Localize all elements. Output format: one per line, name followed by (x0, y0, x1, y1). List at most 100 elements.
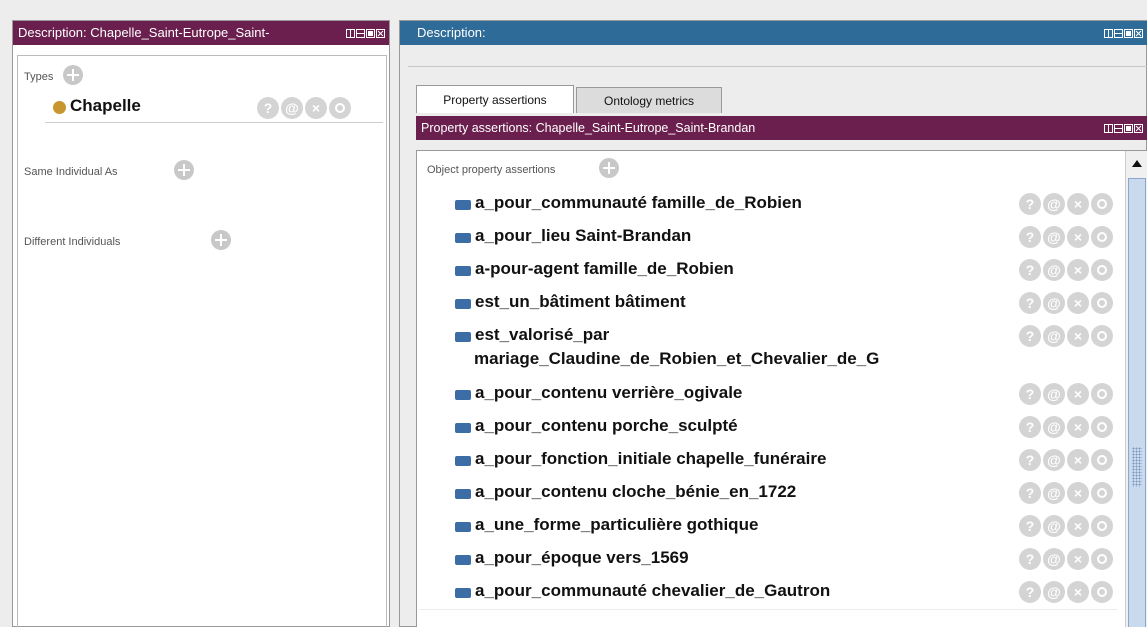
assertion-row[interactable]: a_pour_fonction_initiale chapelle_funéra… (419, 444, 1117, 478)
help-button[interactable]: ? (1019, 416, 1041, 438)
type-row-actions: ? @ × (257, 97, 351, 119)
help-button[interactable]: ? (1019, 482, 1041, 504)
minimize-icon[interactable] (1114, 28, 1123, 38)
delete-button[interactable]: × (1067, 292, 1089, 314)
help-button[interactable]: ? (257, 97, 279, 119)
assertion-row[interactable]: a_pour_lieu Saint-Brandan ? @ × (419, 221, 1117, 255)
add-type-button[interactable] (63, 65, 83, 85)
help-button[interactable]: ? (1019, 325, 1041, 347)
assertion-actions: ? @ × (1019, 383, 1113, 405)
annotate-button[interactable]: @ (1043, 259, 1065, 281)
property-assertions-header: Property assertions: Chapelle_Saint-Eutr… (416, 116, 1147, 140)
help-button[interactable]: ? (1019, 515, 1041, 537)
assertion-text: a_pour_fonction_initiale chapelle_funéra… (475, 449, 827, 468)
help-button[interactable]: ? (1019, 259, 1041, 281)
split-view-icon[interactable] (346, 28, 355, 38)
assertion-text: a_pour_contenu porche_sculpté (475, 416, 738, 435)
delete-button[interactable]: × (1067, 581, 1089, 603)
add-object-property-button[interactable] (599, 158, 619, 178)
edit-button[interactable] (329, 97, 351, 119)
delete-button[interactable]: × (1067, 193, 1089, 215)
delete-button[interactable]: × (1067, 383, 1089, 405)
annotate-button[interactable]: @ (1043, 449, 1065, 471)
annotate-button[interactable]: @ (1043, 226, 1065, 248)
delete-button[interactable]: × (1067, 416, 1089, 438)
help-button[interactable]: ? (1019, 226, 1041, 248)
annotate-button[interactable]: @ (1043, 416, 1065, 438)
add-different-individual-button[interactable] (210, 230, 231, 250)
edit-button[interactable] (1091, 449, 1113, 471)
edit-button[interactable] (1091, 581, 1113, 603)
type-value[interactable]: Chapelle (70, 96, 141, 116)
help-button[interactable]: ? (1019, 383, 1041, 405)
annotate-button[interactable]: @ (1043, 515, 1065, 537)
edit-button[interactable] (1091, 383, 1113, 405)
scrollbar-thumb[interactable] (1128, 178, 1146, 627)
minimize-icon[interactable] (1114, 123, 1123, 133)
delete-button[interactable]: × (1067, 515, 1089, 537)
annotate-button[interactable]: @ (1043, 482, 1065, 504)
assertion-row[interactable]: a_pour_communauté chevalier_de_Gautron ?… (419, 576, 1117, 610)
delete-button[interactable]: × (1067, 548, 1089, 570)
edit-button[interactable] (1091, 416, 1113, 438)
close-icon[interactable] (376, 28, 385, 38)
maximize-icon[interactable] (1124, 28, 1133, 38)
assertion-actions: ? @ × (1019, 515, 1113, 537)
delete-button[interactable]: × (1067, 482, 1089, 504)
annotate-button[interactable]: @ (1043, 548, 1065, 570)
assertion-row[interactable]: a_pour_contenu cloche_bénie_en_1722 ? @ … (419, 477, 1117, 511)
assertion-row[interactable]: a-pour-agent famille_de_Robien ? @ × (419, 254, 1117, 288)
annotate-button[interactable]: @ (1043, 581, 1065, 603)
tab-label: Ontology metrics (603, 94, 695, 108)
assertion-row[interactable]: est_un_bâtiment bâtiment ? @ × (419, 287, 1117, 321)
delete-button[interactable]: × (1067, 226, 1089, 248)
right-panel-title: Description: (417, 25, 486, 40)
delete-button[interactable]: × (1067, 449, 1089, 471)
scroll-up-arrow-icon[interactable] (1132, 160, 1142, 167)
assertion-row[interactable]: est_valorisé_par mariage_Claudine_de_Rob… (419, 320, 1117, 379)
edit-button[interactable] (1091, 292, 1113, 314)
edit-button[interactable] (1091, 226, 1113, 248)
close-icon[interactable] (1134, 123, 1143, 133)
assertion-row[interactable]: a_pour_époque vers_1569 ? @ × (419, 543, 1117, 577)
assertion-actions: ? @ × (1019, 416, 1113, 438)
object-property-icon (455, 522, 471, 532)
maximize-icon[interactable] (366, 28, 375, 38)
left-panel-content-frame (17, 55, 387, 627)
annotate-button[interactable]: @ (1043, 383, 1065, 405)
annotate-button[interactable]: @ (281, 97, 303, 119)
help-button[interactable]: ? (1019, 449, 1041, 471)
assertion-row[interactable]: a_pour_contenu verrière_ogivale ? @ × (419, 378, 1117, 412)
assertion-row[interactable]: a_pour_contenu porche_sculpté ? @ × (419, 411, 1117, 445)
annotate-button[interactable]: @ (1043, 193, 1065, 215)
split-view-icon[interactable] (1104, 28, 1113, 38)
edit-button[interactable] (1091, 548, 1113, 570)
delete-button[interactable]: × (305, 97, 327, 119)
assertion-row[interactable]: a_une_forme_particulière gothique ? @ × (419, 510, 1117, 544)
assertion-row[interactable]: a_pour_communauté famille_de_Robien ? @ … (419, 188, 1117, 222)
maximize-icon[interactable] (1124, 123, 1133, 133)
tab-ontology-metrics[interactable]: Ontology metrics (576, 87, 722, 113)
close-icon[interactable] (1134, 28, 1143, 38)
edit-button[interactable] (1091, 482, 1113, 504)
help-button[interactable]: ? (1019, 548, 1041, 570)
split-view-icon[interactable] (1104, 123, 1113, 133)
edit-button[interactable] (1091, 325, 1113, 347)
minimize-icon[interactable] (356, 28, 365, 38)
edit-button[interactable] (1091, 193, 1113, 215)
annotate-button[interactable]: @ (1043, 292, 1065, 314)
help-button[interactable]: ? (1019, 193, 1041, 215)
assertion-text: a_pour_époque vers_1569 (475, 548, 689, 567)
delete-button[interactable]: × (1067, 325, 1089, 347)
help-button[interactable]: ? (1019, 581, 1041, 603)
vertical-scrollbar[interactable] (1125, 151, 1147, 627)
different-individuals-label: Different Individuals (24, 236, 121, 248)
class-icon (53, 101, 66, 114)
edit-button[interactable] (1091, 515, 1113, 537)
help-button[interactable]: ? (1019, 292, 1041, 314)
tab-property-assertions[interactable]: Property assertions (416, 85, 574, 113)
annotate-button[interactable]: @ (1043, 325, 1065, 347)
delete-button[interactable]: × (1067, 259, 1089, 281)
assertion-actions: ? @ × (1019, 449, 1113, 471)
edit-button[interactable] (1091, 259, 1113, 281)
